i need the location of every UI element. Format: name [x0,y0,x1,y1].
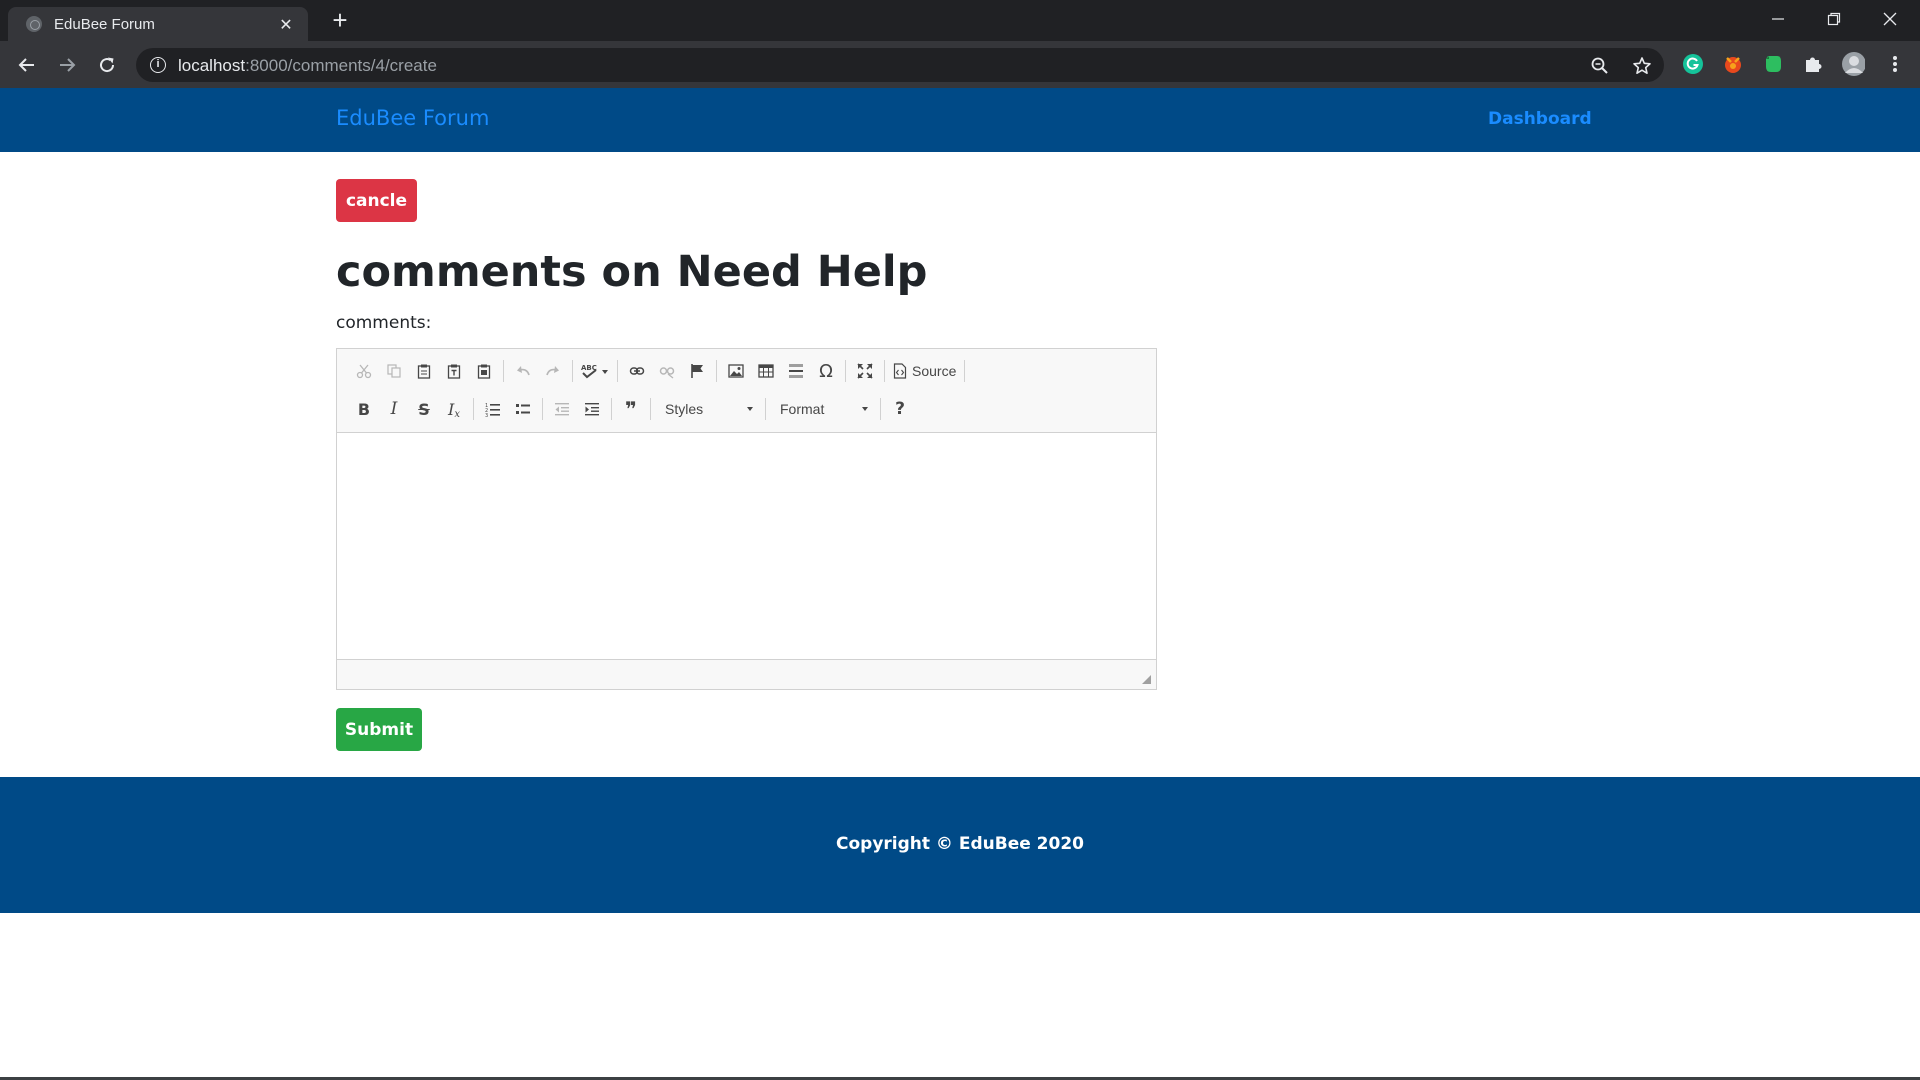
profile-icon[interactable] [1841,52,1865,76]
toolbar-separator [716,360,717,382]
submit-button[interactable]: Submit [336,708,422,751]
copy-icon[interactable] [379,357,409,385]
spellcheck-icon[interactable]: ABC [577,357,613,385]
svg-text:3: 3 [485,413,488,417]
styles-label: Styles [665,401,704,417]
editor-status-bar [337,659,1156,689]
blockquote-icon[interactable]: ❞ [616,395,646,423]
minimize-icon [1772,18,1784,20]
link-icon[interactable] [622,357,652,385]
strike-icon[interactable]: S [409,395,439,423]
format-dropdown[interactable]: Format [770,396,876,422]
redo-icon[interactable] [538,357,568,385]
indent-icon[interactable] [577,395,607,423]
special-char-icon[interactable]: Ω [811,357,841,385]
outdent-icon[interactable] [547,395,577,423]
new-tab-button[interactable]: + [326,7,354,35]
horizontal-line-icon[interactable] [781,357,811,385]
page-title: comments on Need Help [336,247,928,297]
toolbar-separator [473,398,474,420]
grammarly-icon[interactable] [1681,52,1705,76]
toolbar-separator [765,398,766,420]
brand-link[interactable]: EduBee Forum [336,106,489,130]
cut-icon[interactable] [349,357,379,385]
paste-icon[interactable] [409,357,439,385]
toolbar-separator [650,398,651,420]
editor-content-area[interactable] [337,433,1156,659]
copyright-text: Copyright © EduBee 2020 [836,834,1084,854]
toolbar-separator [542,398,543,420]
browser-toolbar: i localhost:8000/comments/4/create [0,41,1920,88]
toolbar-separator [964,360,966,382]
restore-icon [1827,12,1841,26]
toolbar-separator [572,360,573,382]
site-footer: Copyright © EduBee 2020 [0,777,1920,913]
restore-window-button[interactable] [1806,0,1862,38]
cancel-button[interactable]: cancle [336,179,417,222]
remove-format-icon[interactable]: Ix [439,395,469,423]
puzzle-icon[interactable] [1801,52,1825,76]
more-menu-icon[interactable] [1883,52,1907,76]
toolbar-separator [503,360,504,382]
forward-button[interactable] [51,49,83,81]
address-bar[interactable]: i localhost:8000/comments/4/create [136,48,1664,82]
back-button[interactable] [11,49,43,81]
editor-toolbar: ABC Ω Source B I S I x 1 2 3 ❞ Styles Fo… [337,349,1156,433]
url-text[interactable]: localhost:8000/comments/4/create [178,56,437,76]
paste-from-word-icon[interactable] [469,357,499,385]
rich-text-editor: ABC Ω Source B I S I x 1 2 3 ❞ Styles Fo… [336,348,1157,690]
comments-label: comments: [336,313,432,333]
chevron-down-icon [862,407,868,411]
info-icon[interactable]: i [150,57,166,73]
site-navbar: EduBee Forum Dashboard [0,88,1920,152]
forward-arrow-icon [60,58,76,72]
globe-icon [26,16,42,32]
bold-icon[interactable]: B [349,395,379,423]
reload-icon [100,57,115,73]
toolbar-separator [880,398,881,420]
toolbar-separator [611,398,612,420]
browser-tab[interactable]: EduBee Forum ✕ [8,7,308,41]
source-icon [893,363,907,379]
table-icon[interactable] [751,357,781,385]
toolbar-separator [884,360,885,382]
source-button[interactable]: Source [889,357,960,385]
format-label: Format [780,401,825,417]
extension-fox-icon[interactable] [1721,52,1745,76]
reload-button[interactable] [91,49,123,81]
browser-tab-strip: EduBee Forum ✕ + [0,0,1920,41]
help-icon[interactable]: ? [885,395,915,423]
evernote-icon[interactable] [1761,52,1785,76]
close-icon [1883,12,1897,26]
minimize-window-button[interactable] [1750,0,1806,38]
source-label: Source [912,363,957,379]
resize-handle-icon[interactable] [1142,675,1151,684]
bulleted-list-icon[interactable] [508,395,538,423]
maximize-icon[interactable] [850,357,880,385]
toolbar-separator [845,360,846,382]
star-icon[interactable] [1632,56,1652,76]
zoom-icon[interactable] [1590,56,1610,76]
italic-icon[interactable]: I [379,395,409,423]
unlink-icon[interactable] [652,357,682,385]
close-window-button[interactable] [1862,0,1918,38]
tab-close-icon[interactable]: ✕ [276,15,296,34]
dashboard-link[interactable]: Dashboard [1488,109,1592,129]
undo-icon[interactable] [508,357,538,385]
numbered-list-icon[interactable]: 123 [478,395,508,423]
image-icon[interactable] [721,357,751,385]
tab-title: EduBee Forum [54,15,155,33]
styles-dropdown[interactable]: Styles [655,396,761,422]
paste-text-icon[interactable] [439,357,469,385]
back-arrow-icon [18,58,34,72]
anchor-icon[interactable] [682,357,712,385]
toolbar-separator [617,360,618,382]
chevron-down-icon [747,407,753,411]
